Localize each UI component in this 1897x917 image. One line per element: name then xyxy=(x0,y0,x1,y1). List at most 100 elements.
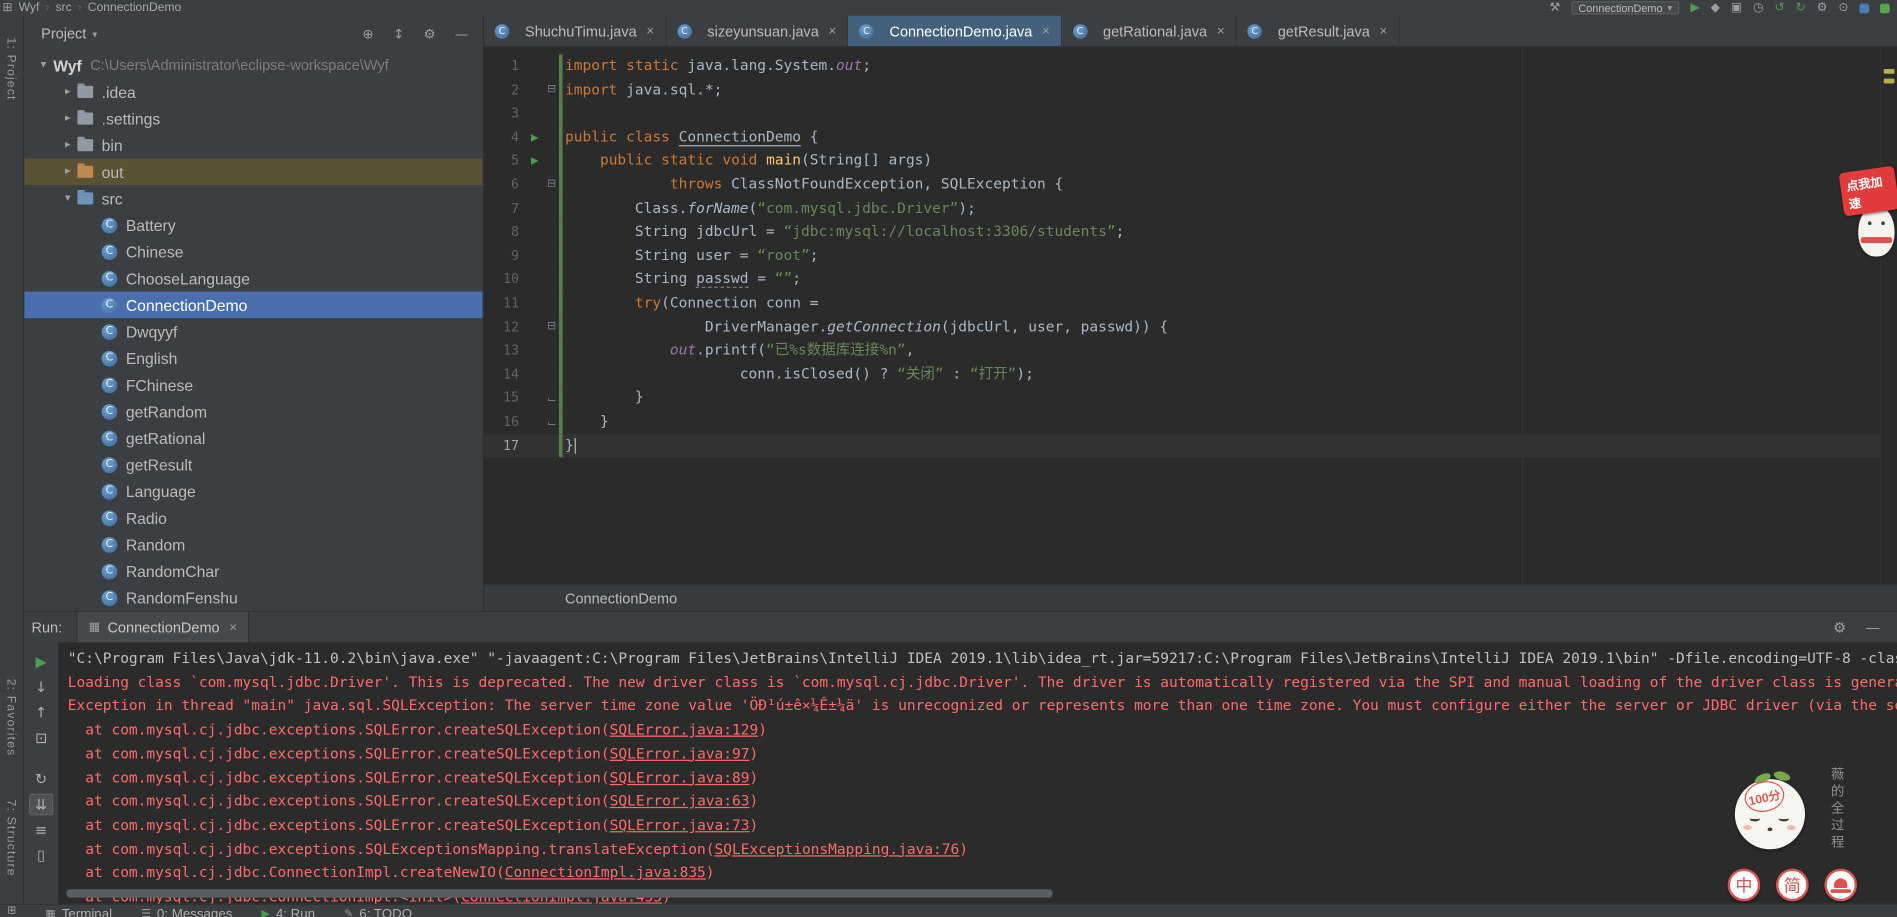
tool-button-favorites[interactable]: 2: Favorites xyxy=(4,679,17,757)
code-line-3[interactable]: 3 xyxy=(484,101,1880,126)
fold-icon[interactable]: ⊟ xyxy=(544,78,559,102)
code-line-1[interactable]: 1 import static java.lang.System.out; xyxy=(484,54,1880,79)
snapshot-icon[interactable]: ⊡ xyxy=(29,727,53,749)
close-icon[interactable]: × xyxy=(1217,24,1225,39)
fold-icon[interactable]: ⌐ xyxy=(544,410,559,434)
console-link[interactable]: SQLExceptionsMapping.java:76 xyxy=(715,840,960,857)
code-line-7[interactable]: 7 Class.forName(“com.mysql.jdbc.Driver”)… xyxy=(484,196,1880,221)
expand-icon[interactable]: ▾ xyxy=(34,59,53,71)
collapse-icon[interactable]: ↕ xyxy=(393,27,404,40)
tool-button-project[interactable]: 1: Project xyxy=(4,38,17,101)
accelerator-badge[interactable]: 点我加速 xyxy=(1838,165,1897,217)
code-line-4[interactable]: 4 ▶ public class ConnectionDemo { xyxy=(484,125,1880,150)
console-link[interactable]: SQLError.java:129 xyxy=(610,721,759,738)
tree-item-ChooseLanguage[interactable]: C ChooseLanguage xyxy=(24,265,483,292)
tree-item-getResult[interactable]: CgetResult xyxy=(24,451,483,478)
expand-icon[interactable]: ▸ xyxy=(58,139,77,151)
breadcrumb[interactable]: ConnectionDemo xyxy=(565,590,677,607)
nav-item-file[interactable]: ConnectionDemo xyxy=(88,1,181,14)
tree-item-English[interactable]: C English xyxy=(24,345,483,372)
tree-item-RandomFenshu[interactable]: C RandomFenshu xyxy=(24,584,483,611)
locate-icon[interactable]: ⊕ xyxy=(363,27,374,40)
vcs-update-button[interactable]: ↺ xyxy=(1775,1,1785,14)
debug-button[interactable]: ◆ xyxy=(1711,1,1720,14)
tree-item-Chinese[interactable]: C Chinese xyxy=(24,238,483,265)
tree-item-out[interactable]: ▸ out xyxy=(24,158,483,186)
soft-wrap-icon[interactable]: ↻ xyxy=(29,768,53,790)
coverage-button[interactable]: ▣ xyxy=(1731,1,1742,14)
step-down-icon[interactable]: ↓ xyxy=(29,676,53,698)
print-icon[interactable]: ≡ xyxy=(29,819,53,841)
run-tab[interactable]: ▦ ConnectionDemo × xyxy=(76,612,250,643)
run-gutter-icon[interactable]: ▶ xyxy=(525,149,544,173)
tree-item-.idea[interactable]: ▸ .idea xyxy=(24,79,483,106)
hide-icon[interactable]: — xyxy=(1866,620,1881,635)
search-icon[interactable]: ⊙ xyxy=(1838,1,1848,14)
tree-item-Language[interactable]: C Language xyxy=(24,478,483,505)
console-output[interactable]: "C:\Program Files\Java\jdk-11.0.2\bin\ja… xyxy=(58,642,1897,904)
code-line-9[interactable]: 9 String user = “root”; xyxy=(484,244,1880,268)
vcs-commit-button[interactable]: ↻ xyxy=(1796,1,1806,14)
close-icon[interactable]: × xyxy=(828,24,836,39)
tree-item-src[interactable]: ▾ src xyxy=(24,185,483,212)
gear-icon[interactable]: ⚙ xyxy=(424,27,436,40)
tray-icon-green[interactable] xyxy=(1880,3,1890,13)
console-hscrollbar-thumb[interactable] xyxy=(66,889,1053,898)
nav-item-project[interactable]: Wyf xyxy=(19,1,40,14)
step-up-icon[interactable]: ↑ xyxy=(29,702,53,724)
expand-icon[interactable]: ▸ xyxy=(58,113,77,125)
hat-button[interactable] xyxy=(1824,868,1858,902)
statusbar-item-0: Messages[interactable]: ☰ 0: Messages xyxy=(141,905,232,917)
chinese-button[interactable]: 中 xyxy=(1727,868,1761,902)
scroll-to-end-icon[interactable]: ⇊ xyxy=(29,793,54,816)
run-gutter-icon[interactable]: ▶ xyxy=(525,126,544,150)
console-link[interactable]: SQLError.java:63 xyxy=(610,793,750,810)
tree-item-ConnectionDemo[interactable]: C ConnectionDemo xyxy=(24,291,483,319)
console-link[interactable]: SQLError.java:73 xyxy=(610,817,750,834)
expand-icon[interactable]: ▸ xyxy=(58,166,77,178)
editor-scrollbar[interactable] xyxy=(1880,47,1897,585)
close-icon[interactable]: × xyxy=(1042,24,1050,39)
console-link[interactable]: SQLError.java:97 xyxy=(610,745,750,762)
tree-item-Radio[interactable]: C Radio xyxy=(24,504,483,531)
editor-tab-sizeyunsuan.java[interactable]: Csizeyunsuan.java × xyxy=(666,15,849,46)
fold-icon[interactable]: ⌐ xyxy=(544,386,559,410)
editor-tab-ShuchuTimu.java[interactable]: C ShuchuTimu.java × xyxy=(484,15,667,46)
console-link[interactable]: SQLError.java:89 xyxy=(610,769,750,786)
nav-item-src[interactable]: src xyxy=(55,1,71,14)
tray-icon-blue[interactable] xyxy=(1859,3,1870,13)
tree-item-getRandom[interactable]: CgetRandom xyxy=(24,398,483,425)
hide-icon[interactable]: — xyxy=(455,27,468,40)
code-line-15[interactable]: 15 ⌐ } xyxy=(484,386,1880,411)
rerun-button[interactable]: ▶ xyxy=(29,651,53,673)
gear-icon[interactable]: ⚙ xyxy=(1833,620,1846,635)
code-line-12[interactable]: 12 ⊟ DriverManager.getConnection(jdbcUrl,… xyxy=(484,315,1880,339)
clear-all-icon[interactable]: ▯ xyxy=(29,844,53,866)
code-line-6[interactable]: 6 ⊟ throws ClassNotFoundException, SQLExc… xyxy=(484,172,1880,197)
tree-item-bin[interactable]: ▸ bin xyxy=(24,132,483,159)
close-icon[interactable]: × xyxy=(229,620,237,635)
code-line-10[interactable]: 10 String passwd = “”; xyxy=(484,267,1880,292)
tool-button-structure[interactable]: 7: Structure xyxy=(4,800,17,877)
code-editor[interactable]: 1 import static java.lang.System.out; 2 ⊟ im… xyxy=(483,47,1881,585)
code-line-2[interactable]: 2 ⊟ import java.sql.*; xyxy=(484,78,1880,102)
run-button[interactable]: ▶ xyxy=(1690,1,1699,14)
project-view-dropdown[interactable]: Project ▾ xyxy=(41,25,97,42)
fold-icon[interactable]: ⊟ xyxy=(544,315,559,339)
code-line-13[interactable]: 13 out.printf(“已%s数据库连接%n”, xyxy=(484,338,1880,363)
code-line-8[interactable]: 8 String jdbcUrl = “jdbc:mysql://localho… xyxy=(484,220,1880,245)
code-line-11[interactable]: 11 try(Connection conn = xyxy=(484,291,1880,316)
tree-item-FChinese[interactable]: C FChinese xyxy=(24,371,483,398)
editor-tab-getRational.java[interactable]: CgetRational.java × xyxy=(1062,15,1237,46)
code-line-5[interactable]: 5 ▶ public static void main(String[] args… xyxy=(484,149,1880,173)
tool-windows-icon[interactable]: ⊞ xyxy=(7,905,16,917)
build-icon[interactable]: ⚒ xyxy=(1549,1,1560,14)
statusbar-item-Terminal[interactable]: ▦ Terminal xyxy=(45,905,112,917)
settings-icon[interactable]: ⚙ xyxy=(1817,1,1828,14)
statusbar-item-4: Run[interactable]: ▶ 4: Run xyxy=(261,905,315,917)
editor-tab-ConnectionDemo.java[interactable]: C ConnectionDemo.java × xyxy=(848,15,1062,46)
code-line-14[interactable]: 14 conn.isClosed() ? “关闭” : “打开”); xyxy=(484,362,1880,387)
profiler-button[interactable]: ◷ xyxy=(1753,1,1764,14)
tree-item-Random[interactable]: C Random xyxy=(24,531,483,558)
tree-item-getRational[interactable]: CgetRational xyxy=(24,425,483,452)
